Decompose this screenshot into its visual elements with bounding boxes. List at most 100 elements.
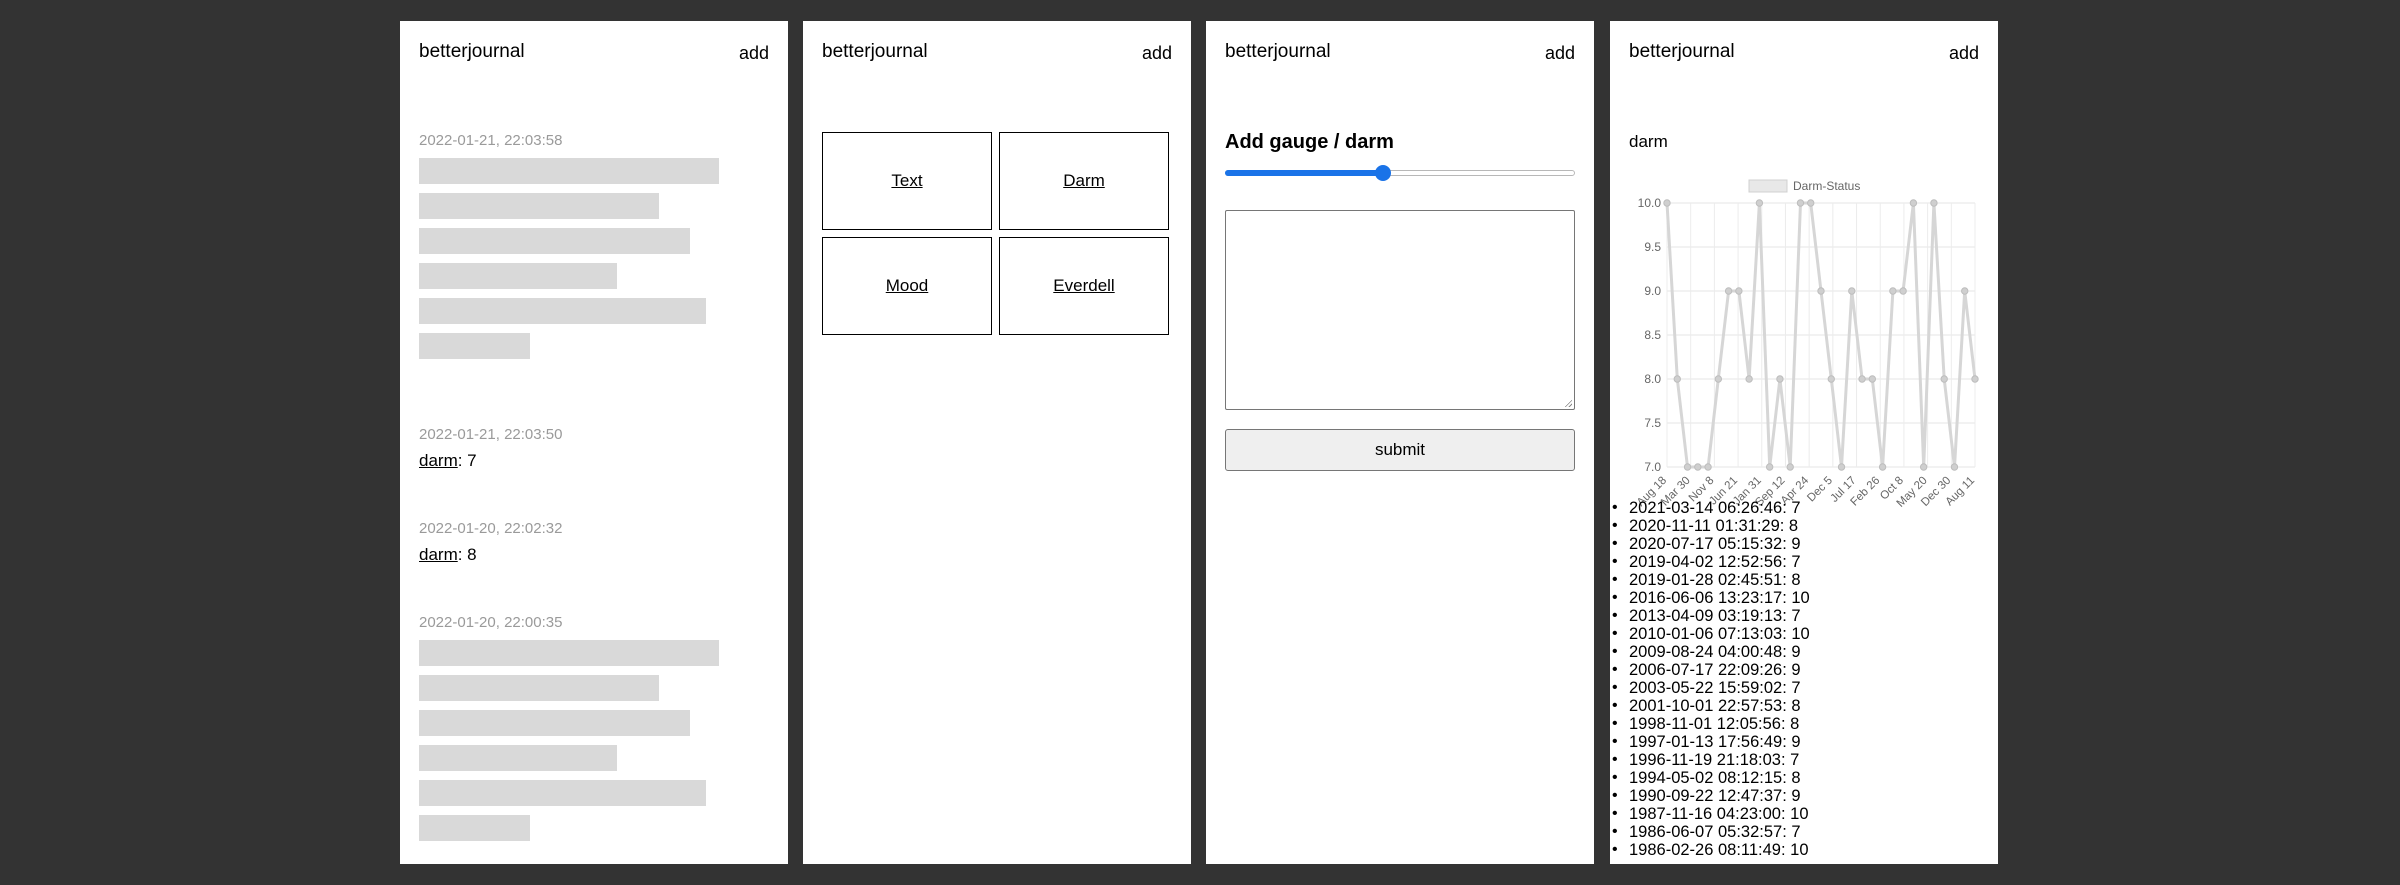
gauge-value: : 7 bbox=[457, 451, 477, 470]
data-point bbox=[1724, 287, 1733, 295]
redacted-text-block bbox=[419, 158, 769, 359]
data-point bbox=[1950, 463, 1959, 471]
gauge-value: : 8 bbox=[457, 545, 477, 564]
entry-timestamp: 2022-01-21, 22:03:50 bbox=[419, 426, 563, 443]
history-item: 1987-11-16 04:23:00: 10 bbox=[1612, 805, 1810, 823]
redacted-line bbox=[419, 675, 659, 701]
data-point bbox=[1961, 287, 1969, 295]
redacted-line bbox=[419, 745, 617, 771]
add-link[interactable]: add bbox=[1142, 43, 1172, 64]
data-point bbox=[1817, 287, 1825, 295]
data-point bbox=[1807, 199, 1815, 207]
feed-entry: 2022-01-21, 22:03:50 darm: 7 bbox=[419, 426, 769, 471]
data-point bbox=[1868, 375, 1877, 383]
slider-fill bbox=[1225, 170, 1383, 176]
submit-button[interactable]: submit bbox=[1225, 429, 1575, 471]
redacted-line bbox=[419, 263, 617, 289]
gauge-slider[interactable] bbox=[1225, 163, 1575, 183]
note-textarea[interactable] bbox=[1225, 210, 1575, 410]
history-item: 2003-05-22 15:59:02: 7 bbox=[1612, 679, 1810, 697]
feed-entry: 2022-01-21, 22:03:58 bbox=[419, 132, 769, 359]
history-item: 1996-11-19 21:18:03: 7 bbox=[1612, 751, 1810, 769]
redacted-line bbox=[419, 780, 706, 806]
legend-label: Darm-Status bbox=[1793, 179, 1860, 193]
y-tick-label: 8.5 bbox=[1644, 328, 1661, 342]
redacted-text-block bbox=[419, 640, 769, 841]
y-tick-label: 8.0 bbox=[1644, 372, 1661, 386]
history-item: 2020-11-11 01:31:29: 8 bbox=[1612, 517, 1810, 535]
redacted-line bbox=[419, 193, 659, 219]
app-title: betterjournal bbox=[822, 41, 928, 62]
data-point bbox=[1796, 199, 1805, 207]
legend-swatch bbox=[1748, 179, 1788, 193]
data-point bbox=[1940, 375, 1948, 383]
history-item: 1998-11-01 12:05:56: 8 bbox=[1612, 715, 1810, 733]
history-item: 2021-03-14 06:26:46: 7 bbox=[1612, 499, 1810, 517]
feed-entry: 2022-01-20, 22:00:35 bbox=[419, 614, 769, 841]
redacted-line bbox=[419, 158, 719, 184]
entry-timestamp: 2022-01-20, 22:02:32 bbox=[419, 520, 563, 537]
add-link[interactable]: add bbox=[1949, 43, 1979, 64]
history-item: 2019-01-28 02:45:51: 8 bbox=[1612, 571, 1810, 589]
add-menu-panel: betterjournal add Text Darm Mood Everdel… bbox=[803, 21, 1191, 864]
add-link[interactable]: add bbox=[1545, 43, 1575, 64]
resize-grip-icon[interactable] bbox=[1564, 399, 1572, 407]
data-point bbox=[1827, 375, 1835, 383]
data-point bbox=[1776, 375, 1784, 383]
app-title: betterjournal bbox=[1225, 41, 1331, 62]
app-title: betterjournal bbox=[419, 41, 525, 62]
gauge-detail-panel: betterjournal add darm 10.0 9.5 9.0 8.5 8.0 7… bbox=[1610, 21, 1998, 864]
data-point bbox=[1694, 463, 1702, 471]
redacted-line bbox=[419, 640, 719, 666]
add-link[interactable]: add bbox=[739, 43, 769, 64]
slider-thumb[interactable] bbox=[1374, 165, 1391, 181]
history-item: 1986-02-26 08:11:49: 10 bbox=[1612, 841, 1810, 859]
data-point bbox=[1735, 287, 1743, 295]
history-item: 2010-01-06 07:13:03: 10 bbox=[1612, 625, 1810, 643]
data-point bbox=[1848, 287, 1856, 295]
y-tick-label: 7.0 bbox=[1644, 460, 1661, 474]
y-tick-label: 9.5 bbox=[1644, 240, 1661, 254]
form-title: Add gauge / darm bbox=[1225, 131, 1394, 153]
tile-everdell[interactable]: Everdell bbox=[999, 237, 1169, 335]
history-item: 1994-05-02 08:12:15: 8 bbox=[1612, 769, 1810, 787]
data-point bbox=[1765, 463, 1774, 471]
entry-timestamp: 2022-01-20, 22:00:35 bbox=[419, 614, 563, 631]
data-point bbox=[1663, 199, 1671, 207]
history-item: 2019-04-02 12:52:56: 7 bbox=[1612, 553, 1810, 571]
gauge-link[interactable]: darm bbox=[419, 451, 458, 470]
history-item: 1986-06-07 05:32:57: 7 bbox=[1612, 823, 1810, 841]
y-tick-label: 7.5 bbox=[1644, 416, 1661, 430]
data-point bbox=[1714, 375, 1723, 383]
data-point bbox=[1704, 463, 1712, 471]
feed-entry: 2022-01-20, 22:02:32 darm: 8 bbox=[419, 520, 769, 565]
history-item: 2009-08-24 04:00:48: 9 bbox=[1612, 643, 1810, 661]
redacted-line bbox=[419, 815, 530, 841]
data-point bbox=[1889, 287, 1897, 295]
redacted-line bbox=[419, 333, 530, 359]
tile-text[interactable]: Text bbox=[822, 132, 992, 230]
data-point bbox=[1930, 199, 1938, 207]
data-point bbox=[1786, 463, 1794, 471]
history-item: 2001-10-01 22:57:53: 8 bbox=[1612, 697, 1810, 715]
history-item: 2016-06-06 13:23:17: 10 bbox=[1612, 589, 1810, 607]
tile-mood[interactable]: Mood bbox=[822, 237, 992, 335]
history-item: 1990-09-22 12:47:37: 9 bbox=[1612, 787, 1810, 805]
entry-timestamp: 2022-01-21, 22:03:58 bbox=[419, 132, 563, 149]
data-point bbox=[1858, 375, 1866, 383]
gauge-form-panel: betterjournal add Add gauge / darm submi… bbox=[1206, 21, 1594, 864]
y-tick-label: 10.0 bbox=[1638, 196, 1662, 210]
data-point bbox=[1878, 463, 1887, 471]
history-item: 2013-04-09 03:19:13: 7 bbox=[1612, 607, 1810, 625]
redacted-line bbox=[419, 298, 706, 324]
gauge-link[interactable]: darm bbox=[419, 545, 458, 564]
feed-panel: betterjournal add 2022-01-21, 22:03:58 2… bbox=[400, 21, 788, 864]
tile-darm[interactable]: Darm bbox=[999, 132, 1169, 230]
app-title: betterjournal bbox=[1629, 41, 1735, 62]
gauge-entry: darm: 7 bbox=[419, 451, 769, 471]
history-item: 2020-07-17 05:15:32: 9 bbox=[1612, 535, 1810, 553]
history-item: 2006-07-17 22:09:26: 9 bbox=[1612, 661, 1810, 679]
data-point bbox=[1755, 199, 1764, 207]
history-list: 2021-03-14 06:26:46: 72020-11-11 01:31:2… bbox=[1612, 499, 1810, 859]
darm-status-chart: 10.09.59.08.58.07.57.0Aug 18Mar 30Nov 8J… bbox=[1635, 179, 1979, 510]
